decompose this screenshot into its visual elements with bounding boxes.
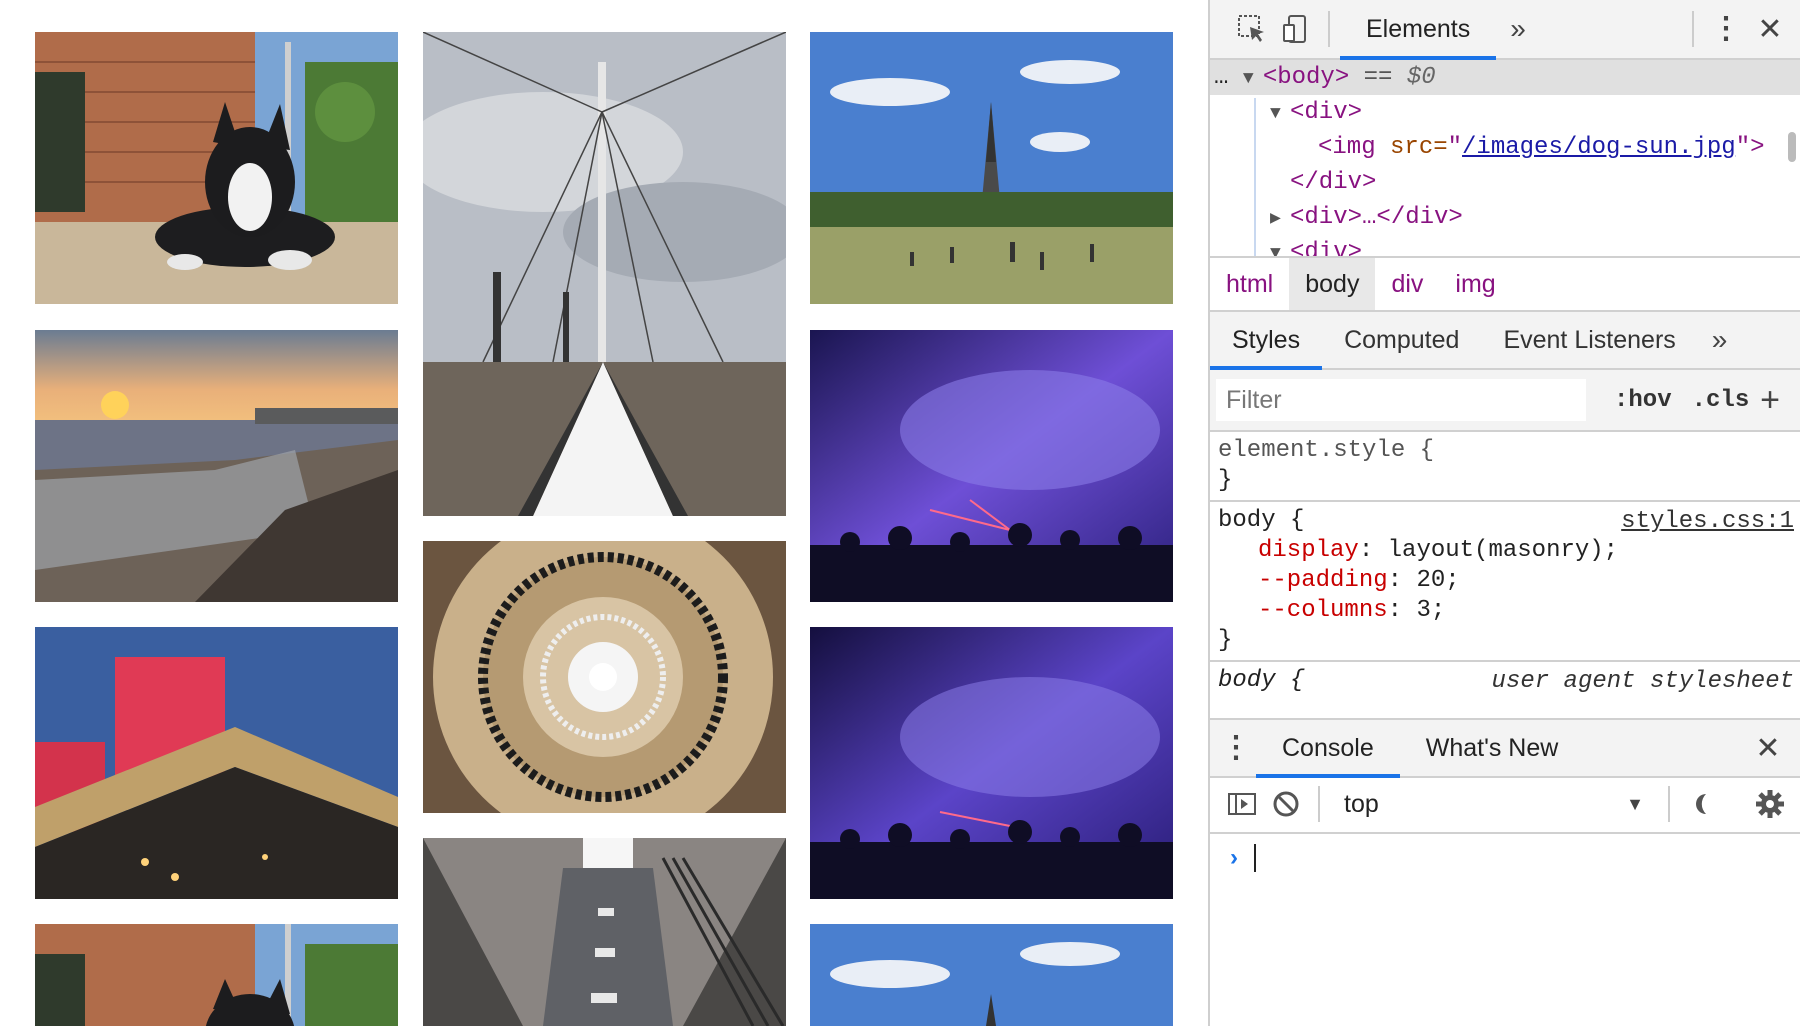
breadcrumb-img[interactable]: img bbox=[1439, 258, 1511, 310]
decl-padding[interactable]: --padding: 20; bbox=[1218, 566, 1792, 596]
new-rule-plus-icon[interactable]: + bbox=[1760, 381, 1780, 420]
red-building-image bbox=[35, 627, 398, 899]
tab-whats-new[interactable]: What's New bbox=[1400, 720, 1585, 776]
close-drawer-icon[interactable]: ✕ bbox=[1746, 731, 1790, 766]
ua-body-rule: body { user agent stylesheet bbox=[1210, 662, 1800, 700]
tunnel-image bbox=[423, 838, 786, 1026]
console-input[interactable]: › bbox=[1210, 838, 1800, 878]
drawer-tabs: ⋮ Console What's New ✕ bbox=[1210, 718, 1800, 778]
cls-toggle[interactable]: .cls bbox=[1682, 387, 1760, 414]
concert-lasers-image-2 bbox=[810, 627, 1173, 899]
expand-triangle-icon[interactable]: ▼ bbox=[1270, 237, 1290, 256]
console-prompt-icon: › bbox=[1230, 844, 1238, 871]
dog-sun-image-1 bbox=[35, 32, 398, 304]
styles-panel-tabs: Styles Computed Event Listeners » bbox=[1210, 312, 1800, 370]
beach-sunset-image bbox=[35, 330, 398, 602]
console-toolbar-separator bbox=[1318, 786, 1320, 822]
hov-toggle[interactable]: :hov bbox=[1604, 387, 1682, 414]
eiffel-tower-image-1 bbox=[810, 32, 1173, 304]
tab-styles[interactable]: Styles bbox=[1210, 312, 1323, 370]
drawer-menu-icon[interactable]: ⋮ bbox=[1216, 733, 1256, 763]
concert-lasers-image-1 bbox=[810, 330, 1173, 602]
eiffel-tower-image-2 bbox=[810, 924, 1173, 1026]
breadcrumb-body[interactable]: body bbox=[1289, 258, 1376, 310]
dom-node-div-collapsed[interactable]: ▶ <div>…</div> bbox=[1210, 200, 1800, 235]
live-expression-eye-icon[interactable] bbox=[1680, 782, 1724, 826]
tab-console[interactable]: Console bbox=[1256, 720, 1400, 778]
stylesheet-source-link[interactable]: styles.css:1 bbox=[1621, 508, 1794, 535]
styles-filter-input[interactable] bbox=[1216, 379, 1586, 421]
devtools-toolbar: Elements » ⋮ ✕ bbox=[1210, 0, 1800, 60]
element-style-close: } bbox=[1218, 467, 1233, 494]
body-rule: body { styles.css:1 display: layout(maso… bbox=[1210, 502, 1800, 662]
dom-node-img[interactable]: <img src="/images/dog-sun.jpg"> bbox=[1210, 130, 1800, 165]
text-caret bbox=[1254, 844, 1256, 872]
clear-console-icon[interactable] bbox=[1264, 782, 1308, 826]
context-selector[interactable]: top ▼ bbox=[1330, 790, 1658, 819]
console-toolbar-separator-2 bbox=[1668, 786, 1670, 822]
body-rule-close: } bbox=[1218, 627, 1233, 654]
div-collapsed-tag: <div>…</div> bbox=[1290, 204, 1463, 231]
more-panels-chevron-icon[interactable]: » bbox=[1698, 324, 1742, 356]
breadcrumb-html[interactable]: html bbox=[1210, 258, 1289, 310]
bridge-image bbox=[423, 32, 786, 516]
selected-eq: == bbox=[1363, 64, 1393, 91]
masonry-page bbox=[0, 0, 1208, 1026]
toolbar-separator-right bbox=[1692, 11, 1694, 47]
element-style-selector[interactable]: element.style { bbox=[1218, 436, 1792, 466]
dog-sun-image-2 bbox=[35, 924, 398, 1026]
body-tag: <body> bbox=[1262, 64, 1350, 91]
dom-node-body[interactable]: … ▼ <body> == $0 bbox=[1210, 60, 1800, 95]
dom-node-div[interactable]: ▼ <div> bbox=[1210, 95, 1800, 130]
element-style-rule: element.style { } bbox=[1210, 432, 1800, 502]
tab-computed[interactable]: Computed bbox=[1322, 312, 1481, 368]
tab-event-listeners[interactable]: Event Listeners bbox=[1481, 312, 1697, 368]
dropdown-arrow-icon: ▼ bbox=[1626, 793, 1644, 814]
div-open-tag: <div> bbox=[1290, 99, 1363, 126]
src-link[interactable]: /images/dog-sun.jpg bbox=[1462, 134, 1736, 161]
expand-triangle-icon[interactable]: ▼ bbox=[1243, 62, 1263, 97]
ua-source-label: user agent stylesheet bbox=[1491, 668, 1794, 695]
decl-columns[interactable]: --columns: 3; bbox=[1218, 596, 1792, 626]
breadcrumb-div[interactable]: div bbox=[1375, 258, 1439, 310]
show-sidebar-icon[interactable] bbox=[1220, 782, 1264, 826]
dom-scrollbar[interactable] bbox=[1788, 132, 1796, 162]
img-tag: <img bbox=[1318, 134, 1376, 161]
dom-ellipsis[interactable]: … bbox=[1214, 64, 1228, 91]
div-open-tag-2: <div> bbox=[1290, 239, 1363, 258]
toolbar-separator bbox=[1328, 11, 1330, 47]
selected-var: $0 bbox=[1406, 64, 1436, 91]
collapsed-triangle-icon[interactable]: ▶ bbox=[1270, 202, 1290, 237]
dom-node-div-close[interactable]: </div> bbox=[1210, 165, 1800, 200]
device-toolbar-icon[interactable] bbox=[1274, 7, 1318, 51]
dom-node-div-2[interactable]: ▼ <div> bbox=[1210, 235, 1800, 258]
close-devtools-icon[interactable]: ✕ bbox=[1748, 12, 1792, 47]
more-tabs-chevron-icon[interactable]: » bbox=[1496, 13, 1540, 45]
spiral-staircase-image bbox=[423, 541, 786, 813]
devtools-panel: Elements » ⋮ ✕ … ▼ <body> == $0 ▼ <div> <i… bbox=[1208, 0, 1800, 1026]
decl-display[interactable]: display: layout(masonry); bbox=[1218, 536, 1792, 566]
tab-elements[interactable]: Elements bbox=[1340, 0, 1497, 60]
img-close: > bbox=[1750, 134, 1765, 161]
div-close-tag: </div> bbox=[1290, 169, 1377, 196]
context-value: top bbox=[1344, 789, 1379, 818]
expand-triangle-icon[interactable]: ▼ bbox=[1270, 97, 1290, 132]
inspect-element-icon[interactable] bbox=[1230, 7, 1274, 51]
devtools-menu-icon[interactable]: ⋮ bbox=[1704, 14, 1748, 44]
styles-filter-bar: :hov .cls + bbox=[1210, 370, 1800, 432]
dom-tree: … ▼ <body> == $0 ▼ <div> <img src="/images… bbox=[1210, 60, 1800, 258]
console-toolbar: top ▼ bbox=[1210, 776, 1800, 834]
src-attribute: src= bbox=[1375, 134, 1448, 161]
breadcrumb: html body div img bbox=[1210, 258, 1800, 312]
console-settings-gear-icon[interactable] bbox=[1748, 782, 1792, 826]
